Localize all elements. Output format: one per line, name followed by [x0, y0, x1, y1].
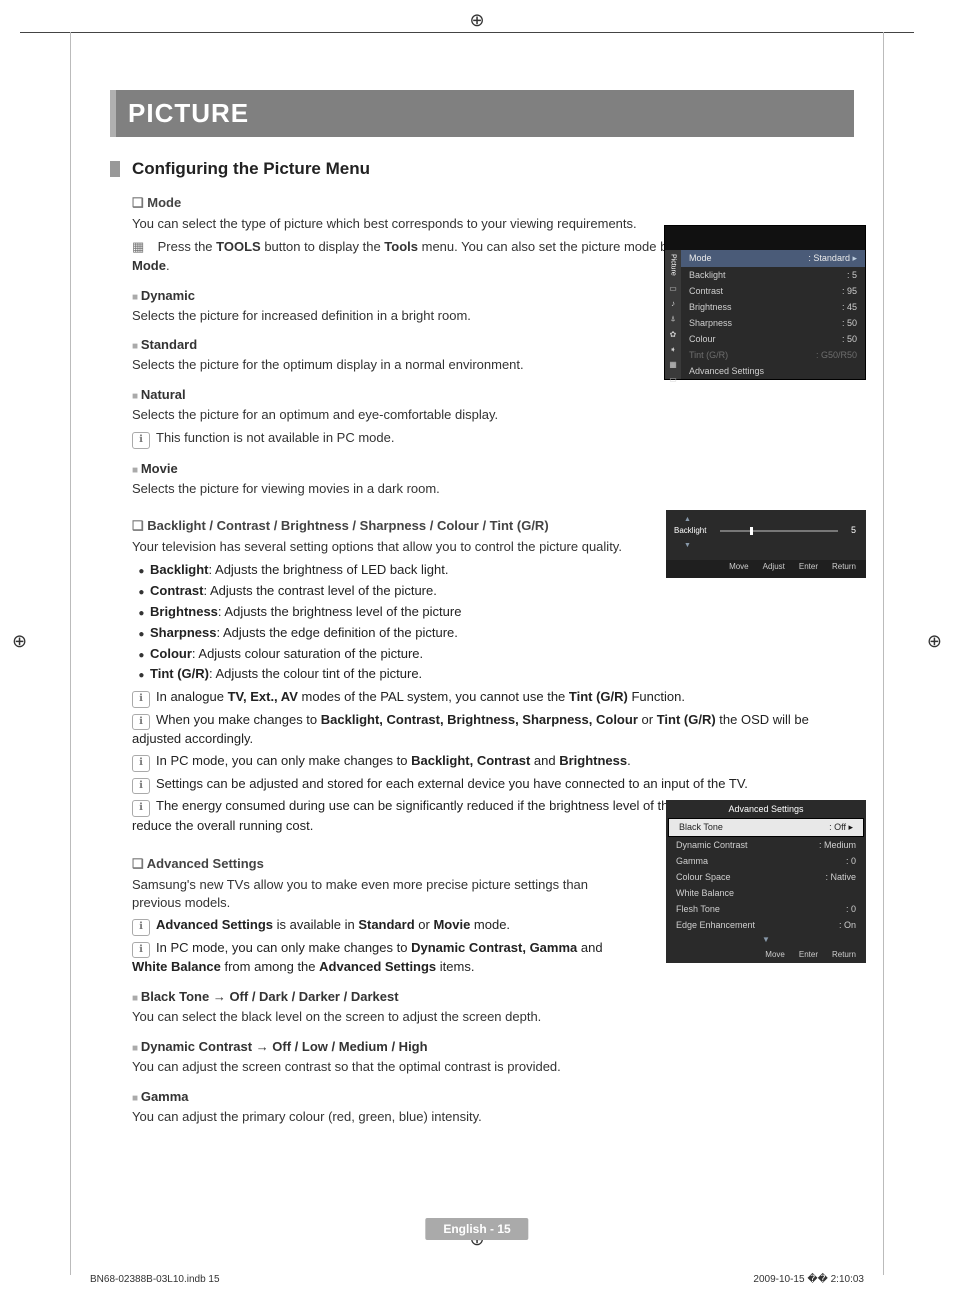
list-item: Sharpness: Adjusts the edge definition o… — [150, 624, 854, 643]
reg-mark-icon: ⊕ — [12, 631, 27, 652]
title-accent — [110, 90, 116, 137]
chevron-down-icon[interactable]: ▼ — [666, 933, 866, 946]
osd-row[interactable]: Edge Enhancement: On — [666, 917, 866, 933]
movie-heading: Movie — [132, 461, 854, 476]
reg-mark-icon: ⊕ — [469, 10, 484, 31]
list-item: Tint (G/R): Adjusts the colour tint of t… — [150, 665, 854, 684]
page-title-bar: PICTURE — [110, 90, 854, 137]
blacktone-heading: Black Tone → Off / Dark / Darker / Darke… — [132, 989, 854, 1004]
gamma-heading: Gamma — [132, 1089, 854, 1104]
osd-footer: Move Adjust Enter Return — [666, 560, 866, 578]
dyncontrast-text: You can adjust the screen contrast so th… — [132, 1058, 854, 1077]
adjust-bullets: Backlight: Adjusts the brightness of LED… — [150, 561, 854, 684]
osd-row[interactable]: Dynamic Contrast: Medium — [666, 837, 866, 853]
osd-row[interactable]: Gamma: 0 — [666, 853, 866, 869]
osd-row[interactable]: Advanced Settings — [681, 363, 865, 379]
osd-sidebar: Picture ▭ ♪ ⍋ ✿ ➧ ▦ ▭ — [665, 250, 681, 379]
input-icon: ➧ — [670, 345, 677, 354]
osd-picture-panel: Picture ▭ ♪ ⍋ ✿ ➧ ▦ ▭ Mode : Standard ▸ … — [664, 225, 866, 380]
hint-return: Return — [832, 950, 856, 959]
osd-row: Tint (G/R): G50/R50 — [681, 347, 865, 363]
dyncontrast-heading: Dynamic Contrast → Off / Low / Medium / … — [132, 1039, 854, 1054]
document-page: ⊕ ⊕ ⊕ ⊕ PICTURE Configuring the Picture … — [0, 0, 954, 1315]
osd-slider-label: Backlight — [674, 526, 706, 535]
section-heading: Configuring the Picture Menu — [110, 159, 854, 179]
osd-row[interactable]: Flesh Tone: 0 — [666, 901, 866, 917]
app-icon: ▦ — [669, 360, 677, 369]
osd-row-mode[interactable]: Mode : Standard ▸ — [681, 250, 865, 267]
note-icon: ♪ — [671, 299, 675, 308]
natural-text: Selects the picture for an optimum and e… — [132, 406, 854, 425]
list-item: Brightness: Adjusts the brightness level… — [150, 603, 854, 622]
print-timestamp: 2009-10-15 �� 2:10:03 — [753, 1274, 864, 1285]
list-item: Contrast: Adjusts the contrast level of … — [150, 582, 854, 601]
adjust-note: In PC mode, you can only make changes to… — [132, 752, 854, 772]
natural-heading: Natural — [132, 387, 854, 402]
osd-row[interactable]: Sharpness: 50 — [681, 315, 865, 331]
adjust-note: Settings can be adjusted and stored for … — [132, 775, 854, 795]
page-number-badge: English - 15 — [425, 1218, 528, 1240]
osd-slider-panel: ▲ Backlight ▼ 5 Move Adjust Enter Return — [666, 510, 866, 578]
rule-vright — [883, 32, 884, 1275]
osd-footer: Move Enter Return — [666, 946, 866, 963]
gear-icon: ✿ — [670, 330, 677, 339]
osd-row-blacktone[interactable]: Black Tone: Off ▸ — [668, 818, 864, 837]
chevron-down-icon[interactable]: ▼ — [684, 542, 691, 549]
hint-enter: Enter — [799, 562, 818, 578]
chevron-up-icon[interactable]: ▲ — [684, 516, 691, 523]
print-footer: BN68-02388B-03L10.indb 15 2009-10-15 �� … — [90, 1274, 864, 1285]
support-icon: ▭ — [669, 375, 677, 384]
slider-track[interactable] — [720, 530, 838, 532]
antenna-icon: ⍋ — [671, 314, 676, 324]
hint-return: Return — [832, 562, 856, 578]
osd-row[interactable]: Contrast: 95 — [681, 283, 865, 299]
reg-mark-icon: ⊕ — [927, 631, 942, 652]
advanced-note: In PC mode, you can only make changes to… — [132, 939, 632, 977]
osd-row[interactable]: Colour Space: Native — [666, 869, 866, 885]
hint-move: Move — [765, 950, 785, 959]
chevron-right-icon: ▸ — [848, 822, 853, 832]
osd-slider-value: 5 — [851, 525, 856, 535]
adjust-note: In analogue TV, Ext., AV modes of the PA… — [132, 688, 854, 708]
adjust-note: When you make changes to Backlight, Cont… — [132, 711, 854, 749]
mode-heading: Mode — [132, 195, 854, 211]
osd-row[interactable]: Backlight: 5 — [681, 267, 865, 283]
hint-move: Move — [729, 562, 749, 578]
osd-row[interactable]: White Balance — [666, 885, 866, 901]
hint-enter: Enter — [799, 950, 818, 959]
osd-rows: Mode : Standard ▸ Backlight: 5 Contrast:… — [681, 250, 865, 379]
movie-text: Selects the picture for viewing movies i… — [132, 480, 854, 499]
osd-topstrip — [665, 226, 865, 250]
osd-row[interactable]: Brightness: 45 — [681, 299, 865, 315]
tv-icon: ▭ — [669, 284, 677, 293]
list-item: Colour: Adjusts colour saturation of the… — [150, 645, 854, 664]
natural-note: This function is not available in PC mod… — [132, 429, 854, 449]
osd-side-label: Picture — [670, 254, 677, 276]
rule-top — [20, 32, 914, 33]
blacktone-text: You can select the black level on the sc… — [132, 1008, 854, 1027]
rule-vleft — [70, 32, 71, 1275]
osd-row[interactable]: Colour: 50 — [681, 331, 865, 347]
print-file: BN68-02388B-03L10.indb 15 — [90, 1274, 220, 1285]
chevron-right-icon: ▸ — [852, 253, 857, 263]
osd-advanced-panel: Advanced Settings Black Tone: Off ▸ Dyna… — [666, 800, 866, 963]
gamma-text: You can adjust the primary colour (red, … — [132, 1108, 854, 1127]
advanced-intro: Samsung's new TVs allow you to make even… — [132, 876, 632, 914]
slider-knob[interactable] — [750, 527, 753, 535]
page-title: PICTURE — [128, 98, 249, 128]
osd-title: Advanced Settings — [666, 800, 866, 818]
hint-adjust: Adjust — [763, 562, 785, 578]
